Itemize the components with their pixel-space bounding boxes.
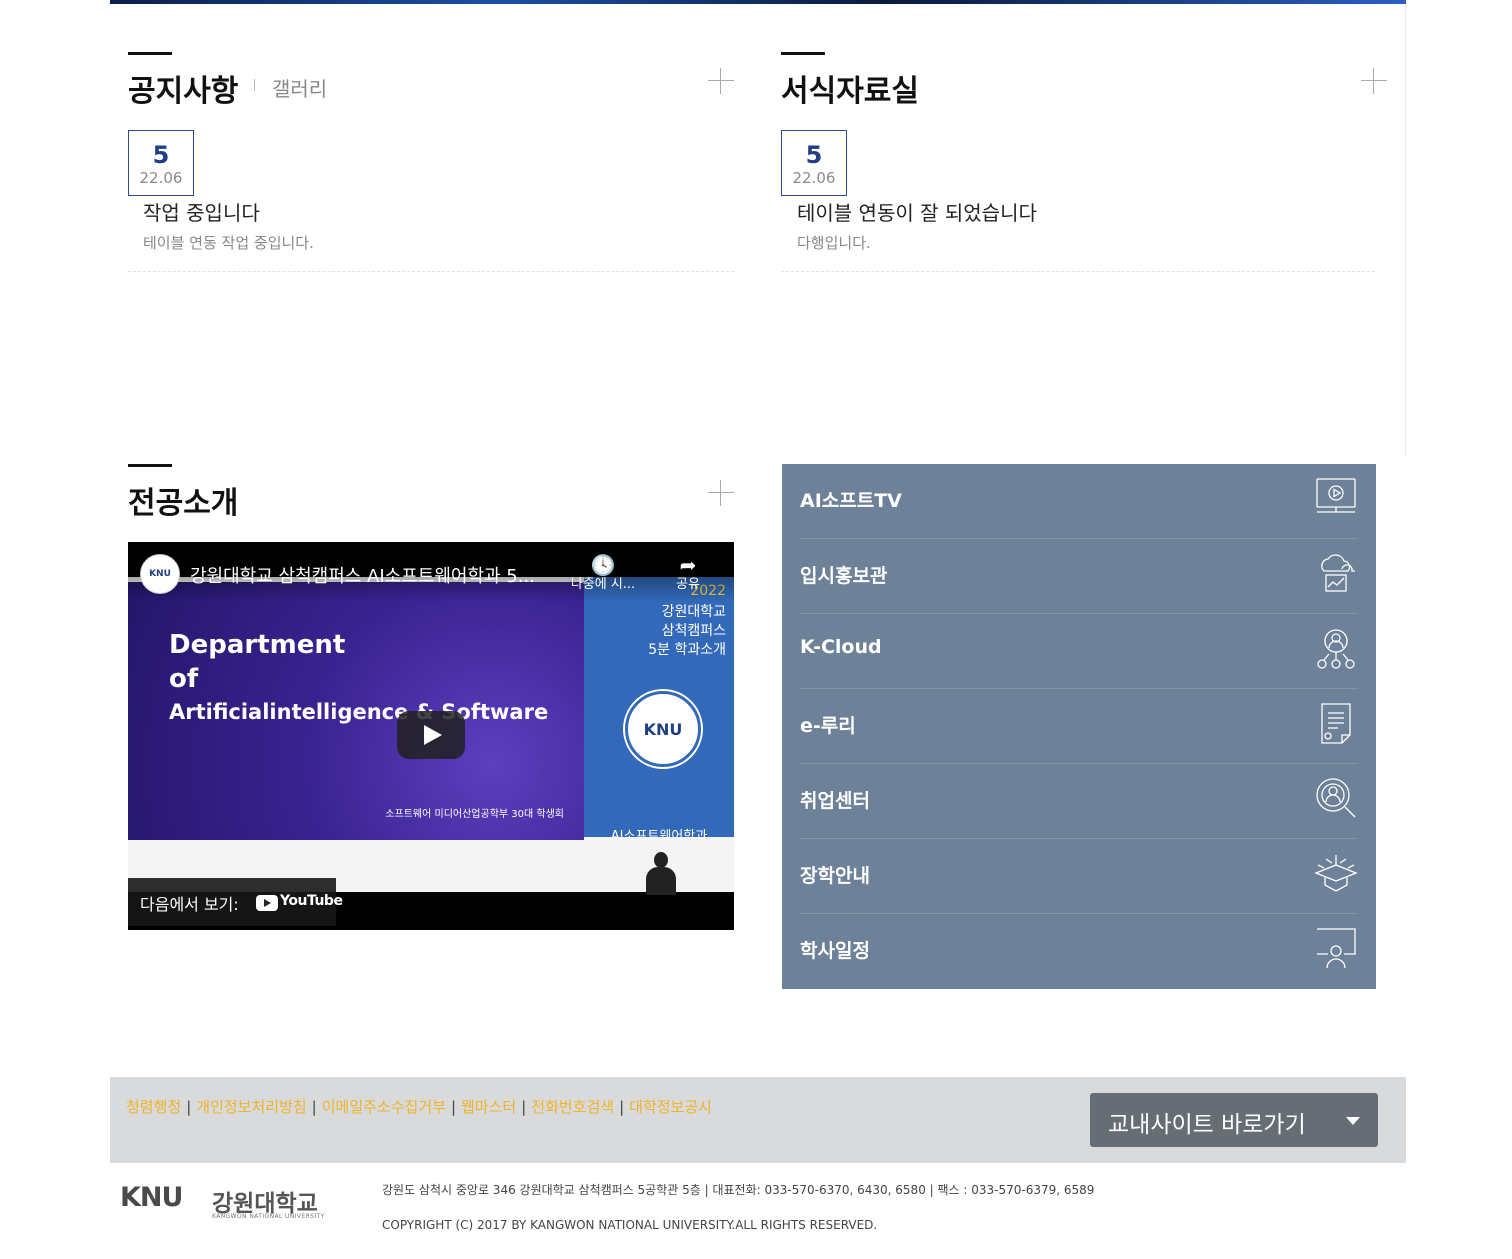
tab-gallery[interactable]: 갤러리 [272,73,327,102]
quick-link-label: 입시홍보관 [800,565,888,587]
knu-logo-mark: KNU [120,1182,183,1213]
footer-link[interactable]: 전화번호검색 [531,1098,614,1116]
slide-line: Artificialintelligence & Software [169,700,549,724]
footer-links: 청렴행정 | 개인정보처리방침 | 이메일주소수집거부 | 웹마스터 | 전화번호검색 | 대학정보… [126,1096,712,1117]
footer-bar: 청렴행정 | 개인정보처리방침 | 이메일주소수집거부 | 웹마스터 | 전화번호검색 | 대학정보… [110,1077,1406,1163]
video-side-panel: 2022 강원대학교 삼척캠퍼스 5분 학과소개 KNU AI소프트웨어학과 [584,577,734,844]
quick-link-label: e-루리 [800,715,856,737]
campus-sites-dropdown[interactable]: 교내사이트 바로가기 [1090,1093,1378,1147]
share-button[interactable]: ➦ 공유 [653,554,723,594]
forms-board-title[interactable]: 서식자료실 [781,66,919,110]
post-title-link[interactable]: 테이블 연동이 잘 되었습니다 [797,197,1037,226]
side-intro: 강원대학교 삼척캠퍼스 5분 학과소개 [648,603,726,660]
major-intro-title[interactable]: 전공소개 [128,478,238,522]
quick-link-k-cloud[interactable]: K-Cloud [800,614,1358,689]
title-accent-bar [128,464,172,467]
side-intro-line: 삼척캠퍼스 [661,623,726,639]
campus-sites-label: 교내사이트 바로가기 [1108,1112,1306,1138]
plus-icon[interactable] [708,68,734,94]
quick-links-panel: AI소프트TV 입시홍보관 K-Cloud e-루리 취업센터 장학안내 학사일… [782,464,1376,989]
plus-icon[interactable] [708,480,734,506]
footer-address: 강원도 삼척시 중앙로 346 강원대학교 삼척캠퍼스 5공학관 5층 | 대표… [382,1183,1095,1197]
quick-link-career-center[interactable]: 취업센터 [800,764,1358,839]
youtube-video-embed[interactable]: Department of Artificialintelligence & S… [128,542,734,930]
post-divider [781,271,1375,272]
footer-link[interactable]: 개인정보처리방침 [196,1098,306,1116]
footer-link[interactable]: 대학정보공시 [629,1098,712,1116]
channel-avatar[interactable]: KNU [140,554,180,594]
watch-on-label: 다음에서 보기: [140,895,239,914]
monitor-play-icon [1314,476,1358,520]
caret-down-icon [1346,1117,1360,1125]
tab-separator [254,79,255,91]
slide-line: Department [169,630,346,660]
post-date-badge: 5 22.06 [781,130,847,196]
side-intro-line: 5분 학과소개 [648,642,726,658]
play-button[interactable] [397,711,465,759]
quick-link-admissions[interactable]: 입시홍보관 [800,539,1358,614]
post-date-badge: 5 22.06 [128,130,194,196]
post-day: 5 [152,141,170,169]
share-icon: ➦ [679,553,697,577]
footer-link[interactable]: 청렴행정 [126,1098,181,1116]
clock-icon: 🕓 [590,553,616,577]
title-accent-bar [781,52,825,55]
watch-later-button[interactable]: 🕓 나중에 시... [568,554,638,594]
quick-link-label: 취업센터 [800,790,870,812]
footer-link[interactable]: 이메일주소수집거부 [322,1098,446,1116]
post-description: 다행입니다. [797,234,871,252]
link-separator: | [521,1098,527,1116]
network-person-icon [1314,626,1358,670]
video-title-link[interactable]: 강원대학교 삼척캠퍼스 AI소프트웨어학과 5... [190,562,535,588]
side-dept: AI소프트웨어학과 [610,829,708,844]
footer-link[interactable]: 웹마스터 [461,1098,516,1116]
tab-notice[interactable]: 공지사항 [128,66,238,110]
link-separator: | [311,1098,317,1116]
post-day: 5 [805,141,823,169]
quick-link-scholarship[interactable]: 장학안내 [800,839,1358,914]
top-banner-edge [110,0,1406,4]
presenter-figure [644,852,678,895]
side-intro-line: 강원대학교 [661,604,726,620]
link-separator: | [619,1098,625,1116]
knu-seal-logo: KNU [625,691,701,767]
presentation-icon [1314,926,1358,970]
youtube-logo: YouTube [256,893,343,913]
slide-line: of [169,664,199,694]
footer-copyright: COPYRIGHT (C) 2017 BY KANGWON NATIONAL U… [382,1218,878,1232]
footer-logo[interactable]: KNU 강원대학교 KANGWON NATIONAL UNIVERSITY [120,1180,330,1224]
plus-icon[interactable] [1361,68,1387,94]
quick-link-label: 장학안내 [800,865,870,887]
link-separator: | [450,1098,456,1116]
quick-link-academic-calendar[interactable]: 학사일정 [800,914,1358,989]
quick-link-ai-soft-tv[interactable]: AI소프트TV [800,464,1358,539]
youtube-play-icon [256,895,278,911]
quick-link-e-ruri[interactable]: e-루리 [800,689,1358,764]
quick-link-label: AI소프트TV [800,490,902,512]
post-title-link[interactable]: 작업 중입니다 [143,197,260,226]
cloud-chart-icon [1314,551,1358,595]
watch-later-label: 나중에 시... [570,577,636,592]
post-description: 테이블 연동 작업 중입니다. [143,234,314,252]
document-icon [1314,701,1358,745]
logo-english-name: KANGWON NATIONAL UNIVERSITY [212,1213,325,1220]
youtube-wordmark: YouTube [280,893,343,909]
quick-link-label: K-Cloud [800,636,882,658]
post-divider [128,271,734,272]
share-label: 공유 [676,577,700,592]
watch-on-youtube-button[interactable]: 다음에서 보기: YouTube [128,878,343,926]
quick-link-label: 학사일정 [800,940,870,962]
video-slide: Department of Artificialintelligence & S… [128,582,584,840]
graduation-cap-icon [1314,851,1358,895]
link-separator: | [186,1098,192,1116]
post-year-month: 22.06 [792,169,836,187]
search-person-icon [1314,776,1358,820]
post-year-month: 22.06 [139,169,183,187]
title-accent-bar [128,52,172,55]
slide-credit: 소프트웨어 미디어산업공학부 30대 학생회 [385,809,564,820]
divider [1405,4,1406,456]
